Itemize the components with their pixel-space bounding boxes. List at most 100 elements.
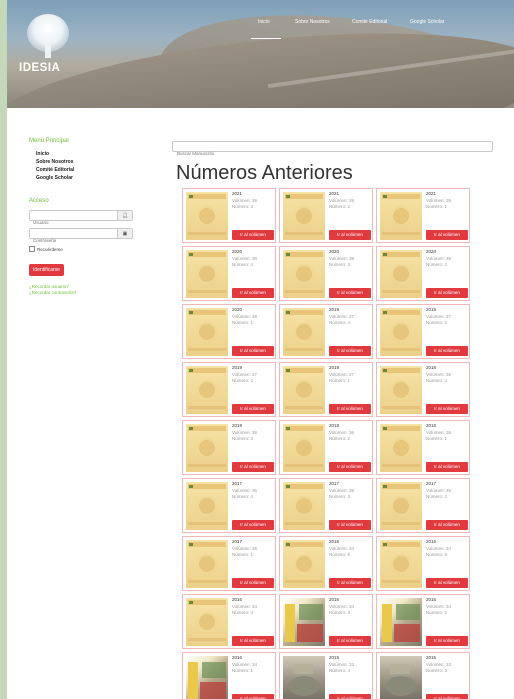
- volume-cover-image[interactable]: [380, 308, 422, 356]
- volume-cover-image[interactable]: [186, 250, 228, 298]
- go-to-volume-button[interactable]: Ir al volúmen: [329, 230, 371, 240]
- volume-number-label: Volúmen: 35: [232, 546, 258, 551]
- volume-year: 2018: [426, 365, 437, 370]
- issue-number-label: Número: 2: [426, 494, 448, 499]
- volume-cover-image[interactable]: [186, 482, 228, 530]
- go-to-volume-button[interactable]: Ir al volúmen: [232, 462, 274, 472]
- issue-number-label: Número: 2: [329, 204, 351, 209]
- password-input[interactable]: [30, 236, 118, 245]
- go-to-volume-button[interactable]: Ir al volúmen: [232, 288, 274, 298]
- side-menu-item-comite-editorial[interactable]: Comité Editorial: [36, 166, 149, 174]
- remember-me[interactable]: Recuérdeme: [29, 246, 149, 252]
- cover-band: [188, 348, 226, 351]
- cover-band: [382, 406, 420, 409]
- go-to-volume-button[interactable]: Ir al volúmen: [329, 578, 371, 588]
- header-banner: IDESIA Inicio Sobre Nosotros Comité Edit…: [7, 0, 514, 108]
- go-to-volume-button[interactable]: Ir al volúmen: [426, 404, 468, 414]
- remember-checkbox[interactable]: [29, 246, 35, 252]
- volume-cover-image[interactable]: [380, 424, 422, 472]
- go-to-volume-button[interactable]: Ir al volúmen: [426, 636, 468, 646]
- volume-year: 2021: [232, 191, 243, 196]
- go-to-volume-button[interactable]: Ir al volúmen: [329, 462, 371, 472]
- cover-photo-part: [386, 676, 416, 696]
- side-menu-item-inicio[interactable]: Inicio: [36, 150, 149, 158]
- volume-cover-image[interactable]: [283, 308, 325, 356]
- go-to-volume-button[interactable]: Ir al volúmen: [232, 230, 274, 240]
- cover-emblem: [294, 438, 314, 458]
- volume-cover-image[interactable]: [283, 366, 325, 414]
- volume-cover-image[interactable]: [380, 192, 422, 240]
- issue-number-label: Número: 3: [232, 204, 254, 209]
- go-to-volume-button[interactable]: Ir al volúmen: [426, 578, 468, 588]
- search-input[interactable]: [173, 149, 481, 158]
- volume-cover-image[interactable]: [283, 250, 325, 298]
- volume-card: 2021 Volúmen: 39 Número: 1 Ir al volúmen: [376, 188, 470, 243]
- go-to-volume-button[interactable]: Ir al volúmen: [426, 288, 468, 298]
- go-to-volume-button[interactable]: Ir al volúmen: [232, 404, 274, 414]
- username-input[interactable]: [30, 218, 118, 227]
- volume-cover-image[interactable]: [186, 540, 228, 588]
- cover-band: [382, 464, 420, 467]
- volume-card: 2016 Volúmen: 34 Número: 1 Ir al volúmen: [182, 652, 276, 699]
- go-to-volume-button[interactable]: Ir al volúmen: [232, 346, 274, 356]
- volume-cover-image[interactable]: [186, 598, 228, 646]
- volume-number-label: Volúmen: 34: [329, 604, 355, 609]
- volume-cover-image[interactable]: [380, 656, 422, 699]
- cover-band: [285, 290, 323, 293]
- volume-cover-image[interactable]: [186, 192, 228, 240]
- volume-cover-image[interactable]: [186, 308, 228, 356]
- volume-cover-image[interactable]: [380, 598, 422, 646]
- cover-band: [285, 348, 323, 351]
- cover-band: [285, 406, 323, 409]
- volume-year: 2015: [329, 655, 340, 660]
- volume-cover-image[interactable]: [283, 482, 325, 530]
- go-to-volume-button[interactable]: Ir al volúmen: [329, 346, 371, 356]
- nav-item-google-scholar[interactable]: Google Scholar: [410, 19, 444, 25]
- forgot-password-link[interactable]: ¿Recordar contraseña?: [29, 290, 149, 296]
- volume-cover-image[interactable]: [283, 192, 325, 240]
- cover-emblem: [294, 496, 314, 516]
- volume-cover-image[interactable]: [283, 540, 325, 588]
- cover-emblem: [391, 496, 411, 516]
- go-to-volume-button[interactable]: Ir al volúmen: [426, 462, 468, 472]
- go-to-volume-button[interactable]: Ir al volúmen: [426, 346, 468, 356]
- go-to-volume-button[interactable]: Ir al volúmen: [426, 230, 468, 240]
- go-to-volume-button[interactable]: Ir al volúmen: [232, 578, 274, 588]
- side-menu-item-sobre-nosotros[interactable]: Sobre Nosotros: [36, 158, 149, 166]
- go-to-volume-button[interactable]: Ir al volúmen: [329, 636, 371, 646]
- volume-cover-image[interactable]: [283, 656, 325, 699]
- volume-cover-image[interactable]: [380, 250, 422, 298]
- volume-cover-image[interactable]: [186, 656, 228, 699]
- volume-cover-image[interactable]: [186, 366, 228, 414]
- go-to-volume-button[interactable]: Ir al volúmen: [329, 694, 371, 699]
- login-button[interactable]: Identificarse: [29, 264, 64, 276]
- volume-cover-image[interactable]: [283, 424, 325, 472]
- volume-number-label: Volúmen: 33: [426, 662, 452, 667]
- go-to-volume-button[interactable]: Ir al volúmen: [232, 694, 274, 699]
- cover-header: [382, 194, 420, 199]
- volume-cover-image[interactable]: [380, 366, 422, 414]
- issue-number-label: Número: 6: [329, 552, 351, 557]
- go-to-volume-button[interactable]: Ir al volúmen: [232, 636, 274, 646]
- volume-card: 2017 Volúmen: 35 Número: 2 Ir al volúmen: [376, 478, 470, 533]
- cover-photo-part: [382, 604, 392, 642]
- nav-item-sobre-nosotros[interactable]: Sobre Nosotros: [295, 19, 330, 25]
- go-to-volume-button[interactable]: Ir al volúmen: [426, 694, 468, 699]
- volume-number-label: Volúmen: 36: [329, 430, 355, 435]
- search-box: [172, 141, 493, 158]
- cover-header: [285, 426, 323, 431]
- go-to-volume-button[interactable]: Ir al volúmen: [329, 520, 371, 530]
- cover-photo-part: [396, 604, 420, 620]
- go-to-volume-button[interactable]: Ir al volúmen: [232, 520, 274, 530]
- go-to-volume-button[interactable]: Ir al volúmen: [329, 404, 371, 414]
- nav-item-inicio[interactable]: Inicio: [258, 19, 270, 25]
- go-to-volume-button[interactable]: Ir al volúmen: [426, 520, 468, 530]
- volume-cover-image[interactable]: [380, 482, 422, 530]
- nav-item-comite-editorial[interactable]: Comité Editorial: [352, 19, 387, 25]
- volume-cover-image[interactable]: [283, 598, 325, 646]
- volume-number-label: Volúmen: 38: [426, 256, 452, 261]
- side-menu-item-google-scholar[interactable]: Google Scholar: [36, 174, 149, 182]
- volume-cover-image[interactable]: [380, 540, 422, 588]
- volume-cover-image[interactable]: [186, 424, 228, 472]
- go-to-volume-button[interactable]: Ir al volúmen: [329, 288, 371, 298]
